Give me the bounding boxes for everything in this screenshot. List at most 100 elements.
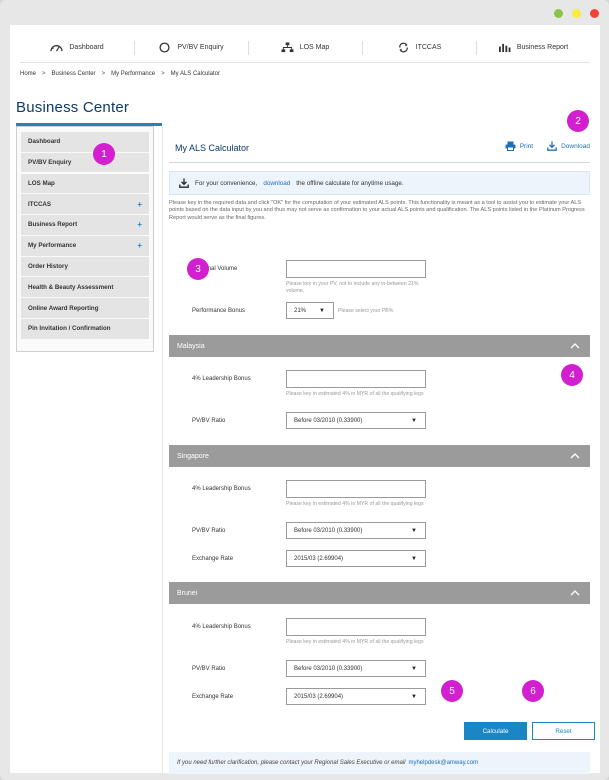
sidebar-item-label: Health & Beauty Assessment bbox=[28, 283, 114, 291]
sidebar-item-pin-invitation[interactable]: Pin Invitation / Confirmation bbox=[21, 319, 149, 339]
offline-download-link[interactable]: download bbox=[263, 180, 290, 187]
expand-plus-icon[interactable]: + bbox=[137, 220, 142, 229]
page: Dashboard PV/BV Enquiry LOS Map ITCCAS B… bbox=[10, 25, 600, 774]
select-value: 21% bbox=[294, 307, 307, 314]
bar-chart-icon bbox=[498, 43, 511, 53]
nav-itccas[interactable]: ITCCAS bbox=[362, 33, 476, 62]
nav-label: Dashboard bbox=[69, 44, 104, 51]
close-dot[interactable] bbox=[590, 9, 599, 18]
download-button[interactable]: Download bbox=[547, 141, 590, 151]
callout-badge-4: 4 bbox=[561, 364, 583, 386]
download-label: Download bbox=[561, 142, 590, 150]
sidebar-item-itccas[interactable]: ITCCAS + bbox=[21, 194, 149, 214]
print-button[interactable]: Print bbox=[505, 141, 533, 151]
malaysia-leadership-input[interactable] bbox=[286, 370, 426, 388]
section-brunei[interactable]: Brunei bbox=[169, 582, 590, 604]
leadership-bonus-help: Please key in estimated 4% in MYR of all… bbox=[286, 391, 424, 397]
singapore-leadership-input[interactable] bbox=[286, 480, 426, 498]
breadcrumb-separator: > bbox=[42, 71, 46, 77]
dropdown-caret-icon: ▼ bbox=[411, 693, 417, 700]
footer-text: If you need further clarification, pleas… bbox=[177, 760, 406, 766]
personal-volume-help: Please key in your PV, not to include an… bbox=[286, 281, 419, 294]
help-footer: If you need further clarification, pleas… bbox=[169, 752, 590, 774]
panel-actions: Print Download bbox=[505, 141, 590, 151]
breadcrumb-home[interactable]: Home bbox=[20, 71, 36, 77]
nav-label: PV/BV Enquiry bbox=[177, 44, 224, 51]
breadcrumb-separator: > bbox=[101, 71, 106, 77]
personal-volume-input[interactable] bbox=[286, 260, 426, 278]
sidebar-item-dashboard[interactable]: Dashboard bbox=[21, 132, 149, 152]
callout-badge-6: 6 bbox=[522, 680, 544, 702]
sidebar-item-label: Pin Invitation / Confirmation bbox=[28, 325, 111, 333]
sidebar-item-los-map[interactable]: LOS Map bbox=[21, 173, 149, 194]
print-label: Print bbox=[519, 142, 534, 150]
nav-dashboard[interactable]: Dashboard bbox=[20, 33, 134, 62]
section-title: Brunei bbox=[177, 589, 198, 597]
sidebar-item-health-beauty[interactable]: Health & Beauty Assessment bbox=[21, 277, 149, 298]
singapore-pvbv-select[interactable]: Before 03/2010 (0.33900) ▼ bbox=[286, 522, 426, 539]
breadcrumb-my-performance[interactable]: My Performance bbox=[111, 71, 155, 77]
brunei-pvbv-select[interactable]: Before 03/2010 (0.33900) ▼ bbox=[286, 660, 426, 677]
pvbv-ratio-label: PV/BV Ratio bbox=[192, 528, 226, 534]
malaysia-pvbv-select[interactable]: Before 03/2010 (0.33900) ▼ bbox=[286, 412, 426, 429]
sidebar-item-label: Dashboard bbox=[28, 138, 61, 146]
sidebar-item-label: Online Award Reporting bbox=[28, 304, 99, 312]
breadcrumb-business-center[interactable]: Business Center bbox=[52, 71, 96, 77]
sidebar-item-order-history[interactable]: Order History bbox=[21, 256, 149, 277]
expand-plus-icon[interactable]: + bbox=[137, 200, 142, 209]
exchange-rate-label: Exchange Rate bbox=[192, 694, 234, 700]
maximize-dot[interactable] bbox=[572, 9, 581, 18]
select-value: Before 03/2010 (0.33900) bbox=[294, 417, 363, 424]
expand-plus-icon[interactable]: + bbox=[137, 241, 142, 250]
chevron-up-icon bbox=[570, 343, 580, 349]
breadcrumb-current: My ALS Calculator bbox=[170, 71, 220, 77]
download-icon bbox=[179, 178, 189, 188]
chevron-up-icon bbox=[570, 590, 580, 596]
printer-icon bbox=[505, 141, 516, 151]
sidebar: Dashboard PV/BV Enquiry LOS Map ITCCAS + … bbox=[16, 126, 154, 352]
sidebar-item-pvbv-enquiry[interactable]: PV/BV Enquiry bbox=[21, 152, 149, 173]
callout-badge-1: 1 bbox=[93, 143, 115, 165]
callout-badge-2: 2 bbox=[567, 110, 589, 132]
section-title: Malaysia bbox=[177, 342, 205, 350]
dropdown-caret-icon: ▼ bbox=[411, 555, 417, 562]
select-value: 2015/03 (2.69904) bbox=[294, 555, 344, 562]
nav-label: LOS Map bbox=[299, 44, 330, 51]
nav-business-report[interactable]: Business Report bbox=[476, 33, 590, 62]
page-title: Business Center bbox=[16, 99, 130, 116]
nav-pvbv-enquiry[interactable]: PV/BV Enquiry bbox=[134, 33, 248, 62]
minimize-dot[interactable] bbox=[554, 9, 563, 18]
pvbv-ratio-label: PV/BV Ratio bbox=[192, 418, 226, 424]
sidebar-item-my-performance[interactable]: My Performance + bbox=[21, 235, 149, 256]
helpdesk-email-link[interactable]: myhelpdesk@amway.com bbox=[408, 760, 478, 766]
sidebar-item-business-report[interactable]: Business Report + bbox=[21, 215, 149, 235]
section-singapore[interactable]: Singapore bbox=[169, 445, 590, 467]
calculator-title: My ALS Calculator bbox=[175, 143, 250, 153]
dropdown-caret-icon: ▼ bbox=[319, 307, 325, 314]
sidebar-item-label: PV/BV Enquiry bbox=[28, 159, 72, 167]
sidebar-item-online-award[interactable]: Online Award Reporting bbox=[21, 298, 149, 318]
leadership-bonus-help: Please key in estimated 4% in MYR of all… bbox=[286, 639, 424, 645]
section-malaysia[interactable]: Malaysia bbox=[169, 335, 590, 357]
browser-window: Dashboard PV/BV Enquiry LOS Map ITCCAS B… bbox=[0, 0, 609, 780]
nav-los-map[interactable]: LOS Map bbox=[248, 33, 362, 62]
singapore-exchange-select[interactable]: 2015/03 (2.69904) ▼ bbox=[286, 550, 426, 567]
select-value: Before 03/2010 (0.33900) bbox=[294, 527, 363, 534]
brunei-leadership-input[interactable] bbox=[286, 618, 426, 636]
sidebar-item-label: Order History bbox=[28, 262, 68, 270]
dropdown-caret-icon: ▼ bbox=[411, 527, 417, 534]
select-value: Before 03/2010 (0.33900) bbox=[294, 665, 363, 672]
performance-bonus-help: Please select your PB% bbox=[338, 308, 394, 314]
breadcrumb-separator: > bbox=[161, 71, 165, 77]
sidebar-item-label: My Performance bbox=[28, 242, 77, 250]
org-chart-icon bbox=[281, 42, 294, 53]
window-controls bbox=[554, 9, 599, 18]
calculate-button[interactable]: Calculate bbox=[464, 722, 527, 740]
brunei-exchange-select[interactable]: 2015/03 (2.69904) ▼ bbox=[286, 688, 426, 705]
performance-bonus-select[interactable]: 21% ▼ bbox=[286, 302, 334, 319]
intro-paragraph: Please key in the required data and clic… bbox=[169, 200, 585, 221]
dashboard-gauge-icon bbox=[50, 44, 64, 52]
leadership-bonus-label: 4% Leadership Bonus bbox=[192, 376, 251, 382]
select-value: 2015/03 (2.69904) bbox=[294, 693, 344, 700]
reset-button[interactable]: Reset bbox=[532, 722, 595, 740]
